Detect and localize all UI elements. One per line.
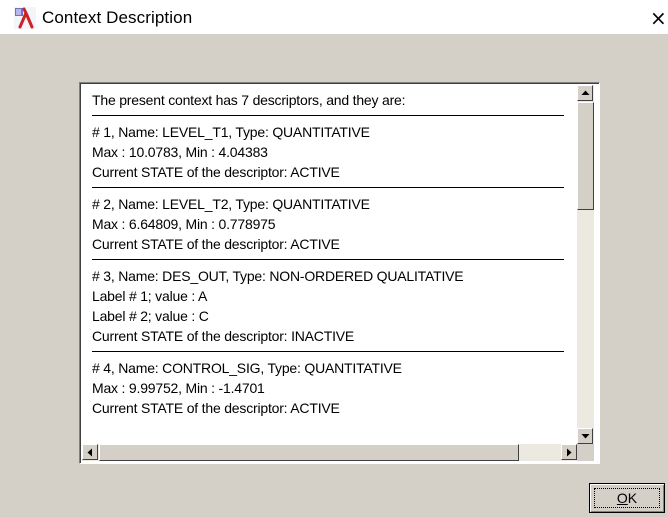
scroll-up-button[interactable]	[577, 85, 593, 101]
descriptor-4-range: Max : 9.99752, Min : -1.4701	[92, 380, 265, 396]
ok-label-rest: K	[627, 490, 638, 506]
vertical-scrollbar[interactable]	[577, 85, 594, 445]
arrow-down-icon	[581, 434, 590, 439]
arrow-left-icon	[87, 448, 92, 457]
separator	[92, 259, 564, 260]
text-content: The present context has 7 descriptors, a…	[92, 90, 580, 418]
separator	[92, 115, 564, 116]
descriptor-1-header: # 1, Name: LEVEL_T1, Type: QUANTITATIVE	[92, 124, 370, 140]
descriptor-3-label-2: Label # 2; value : C	[92, 308, 209, 324]
vertical-scroll-thumb[interactable]	[577, 102, 594, 210]
intro-text: The present context has 7 descriptors, a…	[92, 92, 406, 108]
title-bar: Context Description ×	[0, 0, 668, 34]
scroll-right-button[interactable]	[561, 444, 577, 460]
lambda-app-icon	[14, 7, 36, 29]
separator	[92, 187, 564, 188]
scrollbar-corner	[577, 444, 594, 461]
scroll-left-button[interactable]	[82, 444, 98, 460]
descriptor-1-state: Current STATE of the descriptor: ACTIVE	[92, 164, 340, 180]
descriptor-1-range: Max : 10.0783, Min : 4.04383	[92, 144, 268, 160]
ok-button[interactable]: OK	[589, 483, 665, 513]
arrow-right-icon	[567, 448, 572, 457]
descriptor-2-range: Max : 6.64809, Min : 0.778975	[92, 216, 276, 232]
close-button[interactable]: ×	[650, 8, 668, 28]
descriptor-text-area[interactable]: The present context has 7 descriptors, a…	[79, 82, 600, 464]
descriptor-3-header: # 3, Name: DES_OUT, Type: NON-ORDERED QU…	[92, 268, 464, 284]
text-viewport: The present context has 7 descriptors, a…	[82, 85, 580, 444]
horizontal-scrollbar[interactable]	[82, 444, 577, 461]
horizontal-scroll-thumb[interactable]	[99, 444, 519, 461]
ok-mnemonic: O	[616, 490, 628, 506]
ok-button-label: OK	[590, 490, 664, 506]
descriptor-3-label-1: Label # 1; value : A	[92, 288, 208, 304]
descriptor-2-header: # 2, Name: LEVEL_T2, Type: QUANTITATIVE	[92, 196, 370, 212]
descriptor-3-state: Current STATE of the descriptor: INACTIV…	[92, 328, 355, 344]
separator	[92, 351, 564, 352]
descriptor-2-state: Current STATE of the descriptor: ACTIVE	[92, 236, 340, 252]
window-title: Context Description	[42, 8, 193, 27]
descriptor-4-state: Current STATE of the descriptor: ACTIVE	[92, 400, 340, 416]
scroll-down-button[interactable]	[577, 428, 593, 444]
arrow-up-icon	[581, 90, 590, 95]
descriptor-4-header: # 4, Name: CONTROL_SIG, Type: QUANTITATI…	[92, 360, 402, 376]
